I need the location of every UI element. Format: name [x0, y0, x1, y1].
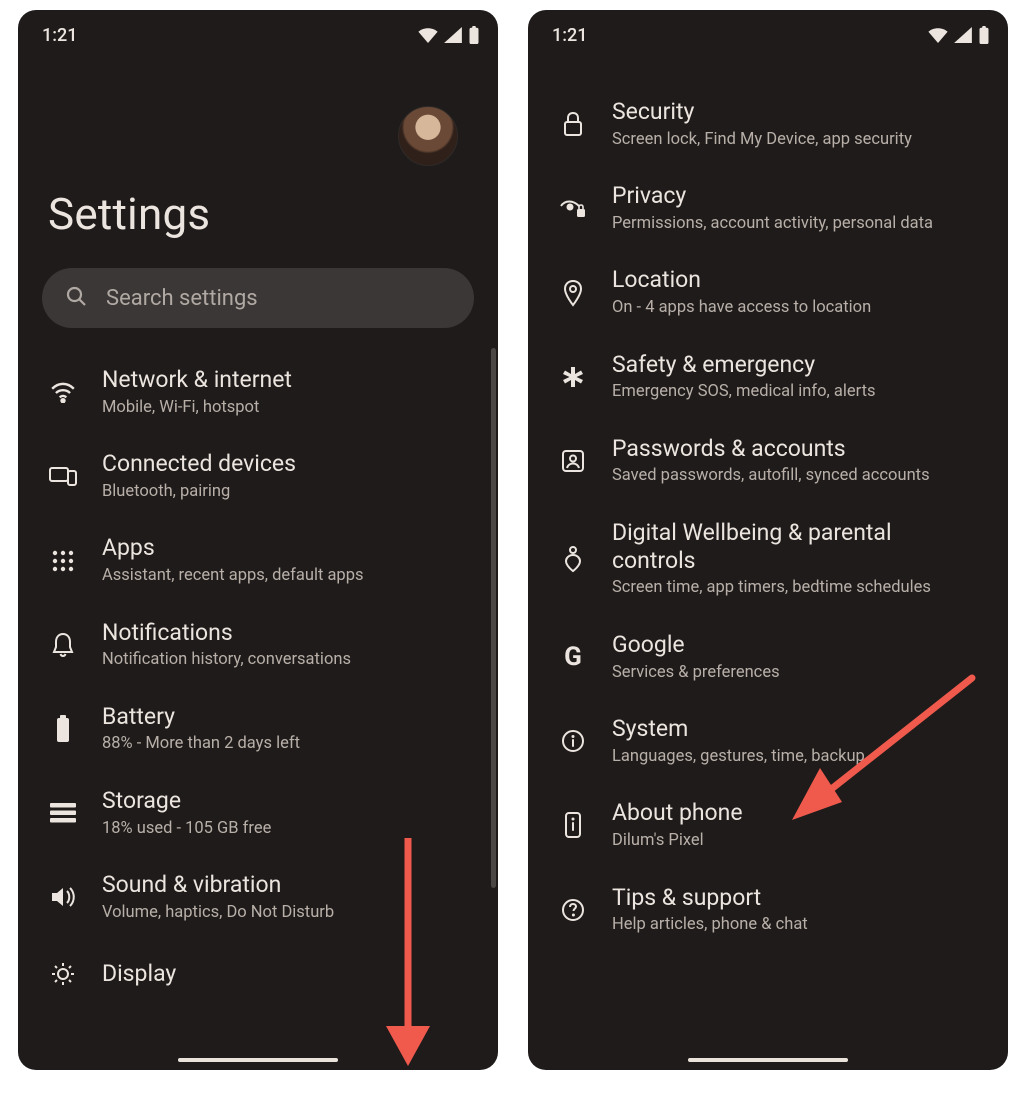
wellbeing-icon	[556, 545, 590, 573]
cellular-icon	[954, 27, 972, 43]
settings-list-right: Security Screen lock, Find My Device, ap…	[528, 54, 1008, 952]
settings-item-about-phone[interactable]: About phone Dilum's Pixel	[528, 783, 1008, 867]
settings-item-title: Display	[102, 960, 176, 988]
settings-item-wellbeing[interactable]: Digital Wellbeing & parental controls Sc…	[528, 503, 1008, 615]
settings-item-google[interactable]: G Google Services & preferences	[528, 615, 1008, 699]
settings-item-title: Notifications	[102, 619, 351, 647]
wifi-icon	[928, 27, 948, 43]
settings-item-title: Location	[612, 266, 871, 294]
settings-item-subtitle: Screen lock, Find My Device, app securit…	[612, 130, 912, 151]
status-time: 1:21	[552, 25, 587, 46]
settings-item-notifications[interactable]: Notifications Notification history, conv…	[18, 603, 498, 687]
settings-item-safety[interactable]: Safety & emergency Emergency SOS, medica…	[528, 335, 1008, 419]
status-bar: 1:21	[528, 10, 1008, 54]
settings-item-subtitle: 18% used - 105 GB free	[102, 819, 271, 840]
settings-item-passwords[interactable]: Passwords & accounts Saved passwords, au…	[528, 419, 1008, 503]
battery-icon	[468, 26, 480, 44]
settings-item-subtitle: Help articles, phone & chat	[612, 915, 808, 936]
settings-item-subtitle: Services & preferences	[612, 663, 780, 684]
settings-list-left: Network & internet Mobile, Wi-Fi, hotspo…	[18, 348, 498, 992]
settings-item-tips[interactable]: Tips & support Help articles, phone & ch…	[528, 868, 1008, 952]
status-icons	[928, 26, 990, 44]
screenshot-stage: 1:21 Settings Searc	[0, 0, 1024, 1096]
settings-item-title: Battery	[102, 703, 300, 731]
settings-item-storage[interactable]: Storage 18% used - 105 GB free	[18, 771, 498, 855]
phone-info-icon	[556, 811, 590, 839]
brightness-icon	[46, 961, 80, 987]
settings-item-subtitle: Assistant, recent apps, default apps	[102, 566, 363, 587]
phone-frame-left: 1:21 Settings Searc	[18, 10, 498, 1070]
settings-item-title: Storage	[102, 787, 271, 815]
page-title: Settings	[48, 188, 468, 240]
volume-icon	[46, 885, 80, 909]
wifi-icon	[418, 27, 438, 43]
settings-item-connected-devices[interactable]: Connected devices Bluetooth, pairing	[18, 434, 498, 518]
settings-item-privacy[interactable]: Privacy Permissions, account activity, p…	[528, 166, 1008, 250]
settings-item-battery[interactable]: Battery 88% - More than 2 days left	[18, 687, 498, 771]
settings-item-display[interactable]: Display	[18, 940, 498, 992]
settings-item-sound[interactable]: Sound & vibration Volume, haptics, Do No…	[18, 855, 498, 939]
status-time: 1:21	[42, 25, 77, 46]
settings-item-subtitle: Mobile, Wi-Fi, hotspot	[102, 398, 292, 419]
eye-lock-icon	[556, 197, 590, 219]
help-icon	[556, 898, 590, 922]
battery-icon	[978, 26, 990, 44]
settings-item-subtitle: Dilum's Pixel	[612, 831, 743, 852]
battery-icon	[46, 715, 80, 743]
settings-item-subtitle: Permissions, account activity, personal …	[612, 214, 933, 235]
settings-item-subtitle: Bluetooth, pairing	[102, 482, 296, 503]
bell-icon	[46, 632, 80, 658]
settings-item-subtitle: On - 4 apps have access to location	[612, 298, 871, 319]
settings-item-title: Google	[612, 631, 780, 659]
search-settings-field[interactable]: Search settings	[42, 268, 474, 328]
search-placeholder: Search settings	[106, 286, 258, 311]
phone-frame-right: 1:21 Security Screen l	[528, 10, 1008, 1070]
settings-item-apps[interactable]: Apps Assistant, recent apps, default app…	[18, 518, 498, 602]
status-icons	[418, 26, 480, 44]
asterisk-icon	[556, 365, 590, 389]
settings-item-subtitle: Languages, gestures, time, backup	[612, 747, 865, 768]
settings-item-title: Privacy	[612, 182, 933, 210]
settings-item-title: Apps	[102, 534, 363, 562]
settings-item-title: Sound & vibration	[102, 871, 334, 899]
settings-item-subtitle: 88% - More than 2 days left	[102, 734, 300, 755]
settings-item-subtitle: Screen time, app timers, bedtime schedul…	[612, 578, 980, 599]
settings-item-title: System	[612, 715, 865, 743]
apps-grid-icon	[46, 550, 80, 572]
search-icon	[64, 284, 88, 312]
settings-item-security[interactable]: Security Screen lock, Find My Device, ap…	[528, 82, 1008, 166]
devices-icon	[46, 465, 80, 487]
settings-item-subtitle: Notification history, conversations	[102, 650, 351, 671]
settings-item-subtitle: Volume, haptics, Do Not Disturb	[102, 903, 334, 924]
settings-item-location[interactable]: Location On - 4 apps have access to loca…	[528, 250, 1008, 334]
cellular-icon	[444, 27, 462, 43]
wifi-icon	[46, 381, 80, 403]
google-g-icon: G	[556, 642, 590, 672]
settings-item-network[interactable]: Network & internet Mobile, Wi-Fi, hotspo…	[18, 350, 498, 434]
gesture-nav-bar[interactable]	[178, 1058, 338, 1062]
pin-icon	[556, 279, 590, 307]
status-bar: 1:21	[18, 10, 498, 54]
settings-item-subtitle: Saved passwords, autofill, synced accoun…	[612, 466, 930, 487]
settings-item-title: Network & internet	[102, 366, 292, 394]
settings-item-title: Digital Wellbeing & parental controls	[612, 519, 980, 574]
settings-item-subtitle: Emergency SOS, medical info, alerts	[612, 382, 876, 403]
profile-avatar[interactable]	[398, 106, 458, 166]
lock-icon	[556, 111, 590, 137]
info-icon	[556, 729, 590, 753]
settings-item-title: Tips & support	[612, 884, 808, 912]
settings-item-title: Passwords & accounts	[612, 435, 930, 463]
settings-item-title: Safety & emergency	[612, 351, 876, 379]
account-box-icon	[556, 449, 590, 473]
scrollbar[interactable]	[491, 348, 496, 888]
gesture-nav-bar[interactable]	[688, 1058, 848, 1062]
settings-item-system[interactable]: System Languages, gestures, time, backup	[528, 699, 1008, 783]
settings-item-title: Security	[612, 98, 912, 126]
settings-item-title: Connected devices	[102, 450, 296, 478]
settings-item-title: About phone	[612, 799, 743, 827]
storage-icon	[46, 803, 80, 823]
